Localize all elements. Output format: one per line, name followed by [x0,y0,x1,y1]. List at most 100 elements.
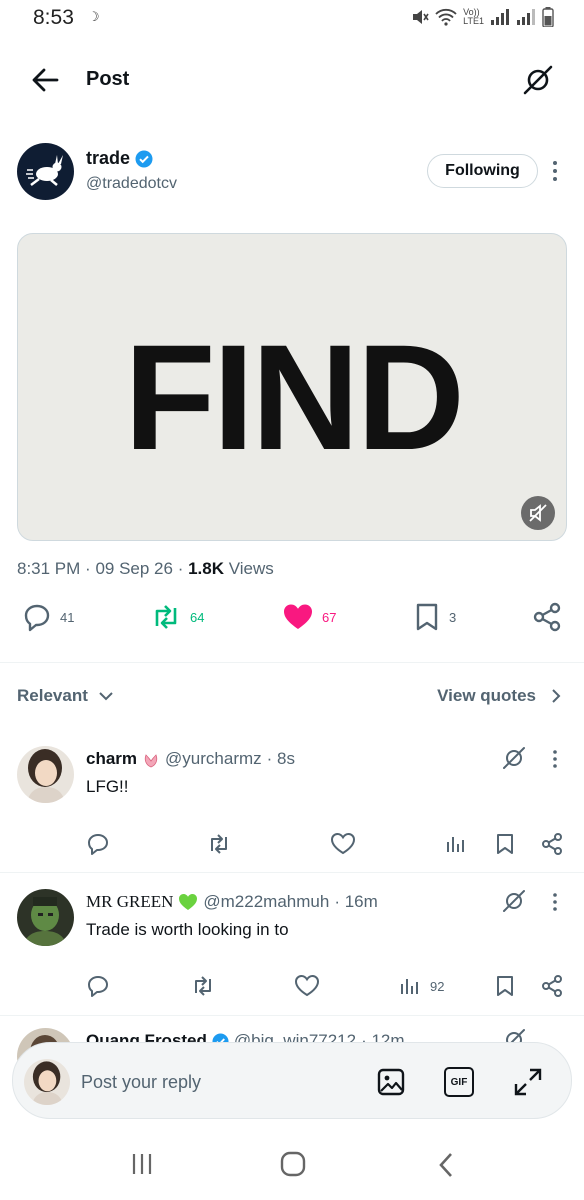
bookmark-action[interactable] [494,974,516,998]
back-nav-icon[interactable] [437,1152,455,1178]
green-heart-icon [179,894,198,910]
avatar [24,1059,70,1105]
bookmark-icon [497,834,513,854]
bookmark-icon [497,976,513,996]
more-options-icon[interactable] [548,160,562,182]
post-meta: 8:31 PM · 09 Sep 26 · 1.8K Views [17,559,274,579]
top-app-bar: Post [0,50,584,110]
reply-count: 41 [60,609,75,625]
divider [0,872,584,873]
bookmark-action[interactable]: 3 [413,602,456,632]
grok-icon[interactable] [502,746,526,770]
home-icon[interactable] [280,1151,306,1177]
reply-actions: 92 [0,974,584,1004]
mute-toggle-button[interactable] [521,496,555,530]
views-action[interactable]: 92 [398,974,444,998]
gif-button[interactable]: GIF [444,1067,474,1097]
views-label: Views [228,559,274,578]
following-button[interactable]: Following [427,154,538,188]
avatar-photo-icon [24,1059,70,1105]
repost-icon [155,605,177,629]
author-name-row[interactable]: trade [86,148,153,169]
post-author: trade @tradedotcv Following [0,140,584,206]
views-action[interactable] [444,832,476,856]
like-action[interactable]: 67 [282,602,336,632]
share-action[interactable] [540,832,564,856]
avatar[interactable] [17,889,74,946]
repost-icon [195,976,211,996]
grok-icon[interactable] [522,64,554,96]
back-arrow-icon[interactable] [30,66,60,94]
like-count: 67 [322,609,337,625]
reply-time: · 16m [334,892,378,911]
chevron-down-icon [99,692,113,701]
sort-dropdown[interactable]: Relevant [17,686,114,706]
reply-author-name[interactable]: MR GREEN [86,892,173,912]
expand-icon[interactable] [513,1067,543,1097]
reply-author-name[interactable]: charm [86,749,137,769]
avatar[interactable] [17,143,74,200]
post-video[interactable]: FIND [17,233,567,541]
page-title: Post [86,68,130,90]
reply-views: 92 [430,978,445,994]
post-date: 09 Sep 26 [95,559,173,578]
speaker-muted-icon [529,504,547,522]
repost-action[interactable] [190,974,216,998]
post-time: 8:31 PM [17,559,81,578]
flower-emoji-icon [144,754,158,768]
grok-icon[interactable] [502,889,526,913]
like-action[interactable] [294,974,320,998]
reply-input-placeholder[interactable]: Post your reply [81,1072,201,1093]
mute-icon [413,10,429,24]
reply-actions [0,832,584,862]
author-handle[interactable]: @tradedotcv [86,175,177,193]
image-icon[interactable] [376,1067,406,1097]
divider [0,662,584,663]
verified-badge-icon [135,150,153,167]
repost-action[interactable]: 64 [150,602,204,632]
status-icons: Vo)) LTE1 [411,7,554,27]
post-actions: 41 64 67 3 [0,602,584,642]
avatar[interactable] [17,746,74,803]
wifi-icon [435,8,457,26]
views-count[interactable]: 1.8K [188,559,224,578]
heart-filled-icon [284,604,312,629]
view-quotes-link[interactable]: View quotes [437,686,562,706]
signal-icon-2 [517,9,535,25]
battery-icon [542,7,554,27]
separator-dot: · [177,559,189,578]
more-options-icon[interactable] [549,892,561,912]
reply-author-handle[interactable]: @m222mahmuh [203,892,329,912]
status-time: 8:53 [33,6,74,29]
video-text: FIND [124,313,465,481]
like-action[interactable] [330,832,356,856]
reply-icon [88,976,108,997]
sort-label: Relevant [17,686,88,705]
avatar-photo-icon [17,889,74,946]
recent-apps-icon[interactable] [131,1152,153,1176]
bookmark-action[interactable] [494,832,516,856]
heart-icon [294,974,320,997]
reply-action[interactable] [86,832,110,856]
reply-icon [24,604,50,632]
repost-action[interactable] [206,832,232,856]
share-action[interactable] [532,602,562,632]
separator-dot: · [85,559,96,578]
reply-author-handle[interactable]: @yurcharmz [165,749,262,769]
status-bar: 8:53 ☽ Vo)) LTE1 [0,0,584,38]
view-quotes-label: View quotes [437,686,536,705]
reply-composer[interactable]: Post your reply GIF [12,1042,572,1119]
share-icon [533,602,561,632]
reply-action[interactable]: 41 [22,602,74,632]
share-action[interactable] [540,974,564,998]
more-options-icon[interactable] [549,749,561,769]
reply-action[interactable] [86,974,110,998]
repost-count: 64 [190,609,205,625]
bookmark-icon [416,603,438,631]
chevron-right-icon [552,689,561,703]
network-label: Vo)) LTE1 [463,8,484,26]
author-name[interactable]: trade [86,148,130,169]
bookmark-count: 3 [449,609,457,625]
reply-header: charm @yurcharmz · 8s [86,749,295,769]
reply-text: LFG!! [86,777,129,796]
